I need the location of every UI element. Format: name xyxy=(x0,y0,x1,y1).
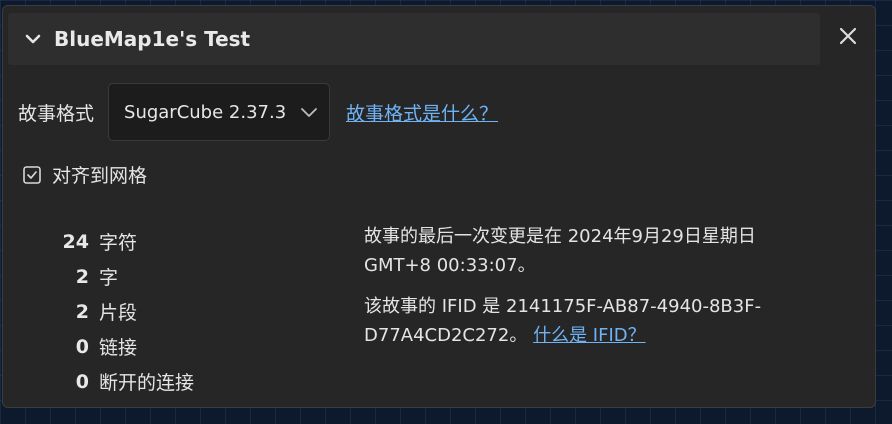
ifid-help-link[interactable]: 什么是 IFID？ xyxy=(533,325,646,346)
checkbox-checked-icon[interactable] xyxy=(22,165,42,185)
close-icon[interactable] xyxy=(839,27,857,45)
stat-broken-links: 0 断开的连接 xyxy=(43,364,243,399)
stat-words: 2 字 xyxy=(43,259,243,294)
stat-label: 断开的连接 xyxy=(99,372,195,394)
ifid-text: 该故事的 IFID 是 2141175F-AB87-4940-8B3F- D77… xyxy=(364,292,834,350)
snap-to-grid-label: 对齐到网格 xyxy=(52,165,148,187)
stat-value: 0 xyxy=(75,335,89,358)
ifid-line2: D77A4CD2C272。 xyxy=(364,325,528,346)
chevron-down-icon xyxy=(301,108,317,117)
story-format-value: SugarCube 2.37.3 xyxy=(124,101,287,123)
story-details-dialog: BlueMap1e's Test 故事格式 SugarCube 2.37.3 故… xyxy=(2,5,876,408)
stat-label: 片段 xyxy=(99,302,138,324)
close-button[interactable] xyxy=(835,23,861,49)
stat-characters: 24 字符 xyxy=(43,224,243,259)
last-changed-text: 故事的最后一次变更是在 2024年9月29日星期日 GMT+8 00:33:07… xyxy=(364,222,834,280)
story-format-label: 故事格式 xyxy=(18,102,95,125)
story-format-select[interactable]: SugarCube 2.37.3 xyxy=(108,83,331,141)
story-format-row: 故事格式 SugarCube 2.37.3 故事格式是什么？ xyxy=(18,82,498,142)
snap-to-grid-checkbox[interactable]: 对齐到网格 xyxy=(22,161,147,188)
last-changed-line1: 故事的最后一次变更是在 2024年9月29日星期日 xyxy=(364,226,756,247)
stat-label: 字符 xyxy=(99,232,138,254)
stat-value: 2 xyxy=(75,265,89,288)
stat-value: 24 xyxy=(62,230,89,253)
dialog-title: BlueMap1e's Test xyxy=(54,27,251,51)
stat-label: 链接 xyxy=(99,337,138,359)
stat-links: 0 链接 xyxy=(43,329,243,364)
last-changed-line2: GMT+8 00:33:07。 xyxy=(364,255,536,276)
story-stats: 24 字符 2 字 2 片段 0 链接 0 断开的连接 xyxy=(43,224,243,399)
stat-value: 2 xyxy=(75,300,89,323)
story-format-help-link[interactable]: 故事格式是什么？ xyxy=(346,99,498,126)
stat-label: 字 xyxy=(99,267,119,289)
chevron-down-icon[interactable] xyxy=(22,28,44,50)
dialog-titlebar[interactable]: BlueMap1e's Test xyxy=(8,13,820,65)
stat-passages: 2 片段 xyxy=(43,294,243,329)
story-info: 故事的最后一次变更是在 2024年9月29日星期日 GMT+8 00:33:07… xyxy=(364,222,834,362)
ifid-line1: 该故事的 IFID 是 2141175F-AB87-4940-8B3F- xyxy=(364,296,762,317)
stat-value: 0 xyxy=(75,370,89,393)
